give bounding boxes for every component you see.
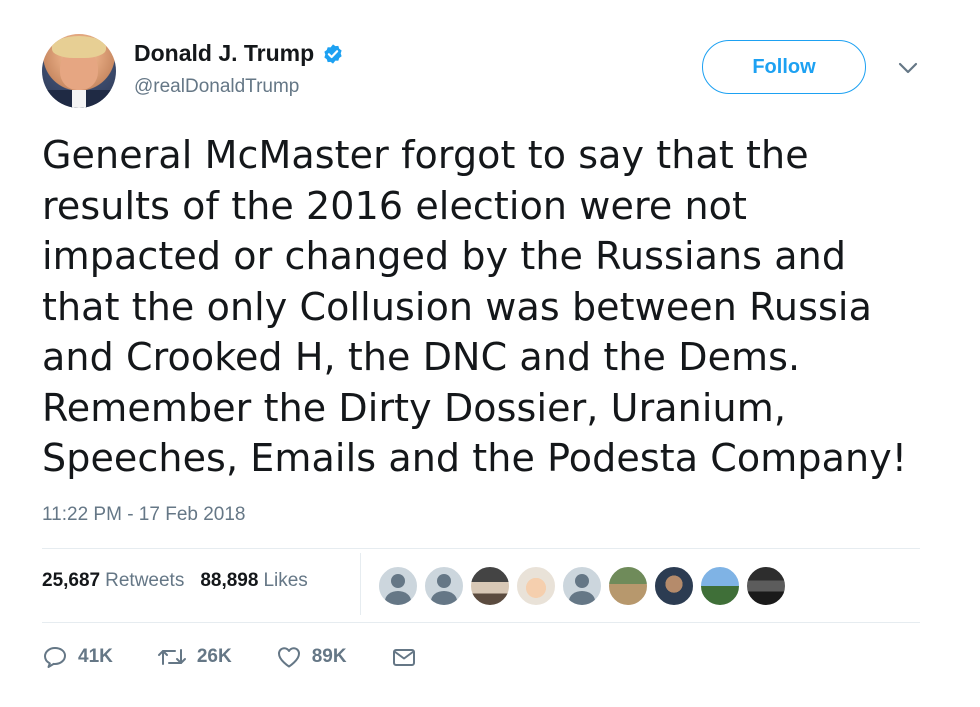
author-handle[interactable]: @realDonaldTrump — [134, 76, 299, 98]
liker-avatar[interactable] — [700, 566, 740, 606]
retweets-label: Retweets — [105, 570, 185, 591]
likers-avatars — [378, 566, 792, 606]
liker-avatar[interactable] — [746, 566, 786, 606]
tweet-text-line: results of the 2016 election were not — [42, 183, 748, 228]
verified-badge-icon — [324, 43, 342, 64]
tweet-actions: 41K 26K 89K — [42, 645, 471, 669]
tweet-text-line: Speeches, Emails and the Podesta Company… — [42, 436, 908, 480]
divider — [42, 622, 920, 623]
tweet-text-line: that the only Collusion was between Russ… — [42, 284, 872, 329]
retweet-count: 26K — [196, 646, 232, 667]
liker-avatar[interactable] — [654, 566, 694, 606]
reply-icon — [44, 647, 66, 668]
retweet-icon — [157, 649, 186, 665]
liker-avatar[interactable] — [424, 566, 464, 606]
liker-avatar[interactable] — [378, 566, 418, 606]
tweet-text-line: and Crooked H, the DNC and the Dems. — [42, 335, 801, 379]
reply-count: 41K — [78, 646, 113, 667]
retweet-button[interactable]: 26K — [157, 645, 232, 669]
author-name-row: Donald J. Trump — [134, 40, 344, 67]
tweet-timestamp[interactable]: 11:22 PM - 17 Feb 2018 — [42, 504, 246, 526]
tweet-text-line: Remember the Dirty Dossier, Uranium, — [42, 385, 787, 430]
tweet-stats: 25,687 Retweets 88,898 Likes — [42, 570, 324, 592]
likes-count: 88,898 — [200, 570, 259, 591]
retweets-count: 25,687 — [42, 570, 101, 591]
divider — [42, 548, 920, 549]
likes-stat[interactable]: 88,898 Likes — [200, 570, 307, 592]
tweet-text-line: General McMaster forgot to say that the — [42, 133, 809, 177]
liker-avatar[interactable] — [608, 566, 648, 606]
chevron-down-icon[interactable] — [896, 58, 920, 78]
likes-label: Likes — [263, 570, 308, 591]
envelope-icon — [392, 649, 415, 666]
avatar[interactable] — [42, 34, 116, 108]
like-button[interactable]: 89K — [276, 645, 347, 669]
tweet-text: General McMaster forgot to say that the … — [42, 130, 922, 484]
direct-message-button[interactable] — [391, 645, 427, 669]
author-display-name[interactable]: Donald J. Trump — [134, 40, 314, 67]
tweet-text-line: impacted or changed by the Russians and — [42, 234, 847, 278]
heart-icon — [277, 647, 300, 668]
reply-button[interactable]: 41K — [42, 645, 113, 669]
retweets-stat[interactable]: 25,687 Retweets — [42, 570, 184, 592]
liker-avatar[interactable] — [516, 566, 556, 606]
tweet-card: Donald J. Trump @realDonaldTrump Follow … — [0, 0, 980, 707]
liker-avatar[interactable] — [470, 566, 510, 606]
stats-separator — [360, 553, 361, 615]
like-count: 89K — [311, 646, 347, 667]
follow-button[interactable]: Follow — [702, 40, 866, 94]
liker-avatar[interactable] — [562, 566, 602, 606]
